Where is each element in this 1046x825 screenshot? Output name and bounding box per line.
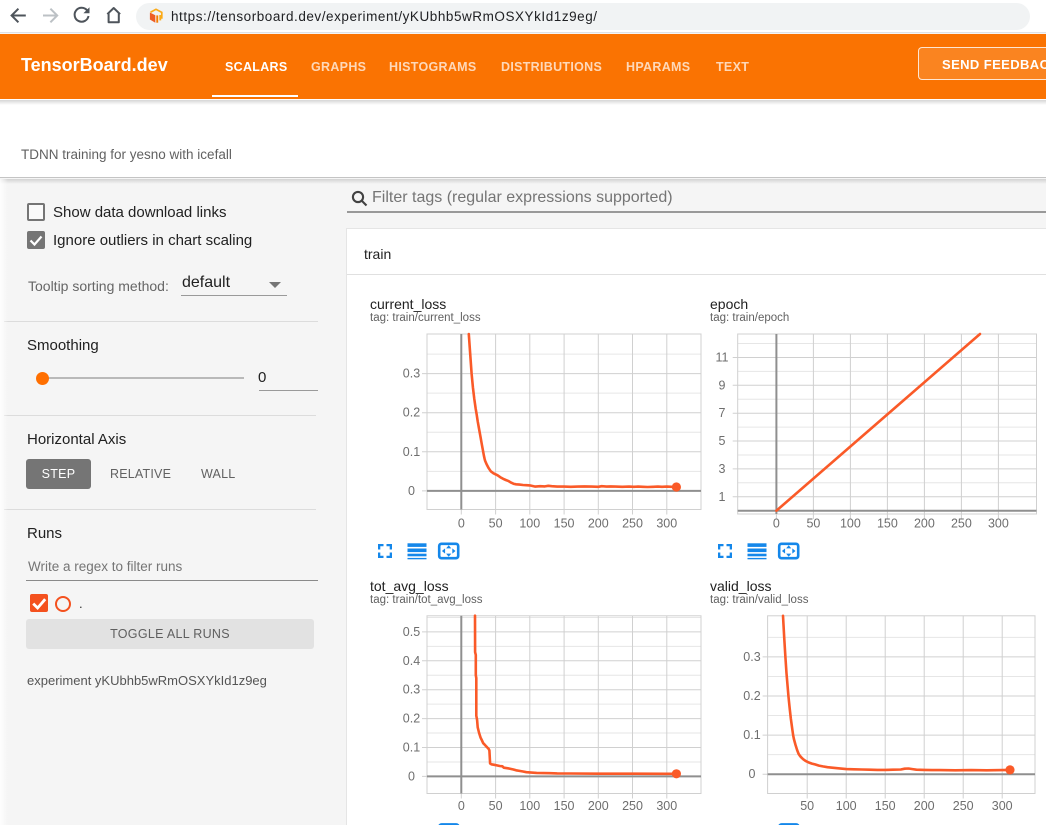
svg-text:0.2: 0.2	[403, 406, 420, 420]
svg-text:150: 150	[877, 517, 898, 531]
svg-text:0.4: 0.4	[403, 654, 420, 668]
svg-text:0: 0	[458, 799, 465, 813]
svg-text:100: 100	[519, 517, 540, 531]
svg-text:150: 150	[554, 799, 575, 813]
svg-text:1: 1	[719, 490, 726, 504]
svg-text:0.5: 0.5	[403, 625, 420, 639]
svg-text:100: 100	[836, 799, 857, 813]
svg-text:250: 250	[953, 799, 974, 813]
svg-text:50: 50	[800, 799, 814, 813]
svg-text:0.3: 0.3	[403, 683, 420, 697]
svg-text:0.2: 0.2	[403, 712, 420, 726]
svg-text:0: 0	[773, 517, 780, 531]
svg-text:0.1: 0.1	[403, 445, 420, 459]
svg-text:9: 9	[719, 378, 726, 392]
svg-text:100: 100	[519, 799, 540, 813]
svg-text:200: 200	[588, 517, 609, 531]
svg-text:200: 200	[914, 517, 935, 531]
svg-text:5: 5	[719, 434, 726, 448]
svg-text:50: 50	[489, 799, 503, 813]
svg-text:200: 200	[588, 799, 609, 813]
svg-text:200: 200	[914, 799, 935, 813]
svg-text:0.1: 0.1	[743, 728, 760, 742]
svg-text:50: 50	[806, 517, 820, 531]
svg-text:0: 0	[458, 517, 465, 531]
svg-text:150: 150	[554, 517, 575, 531]
svg-text:300: 300	[992, 799, 1013, 813]
svg-text:0.1: 0.1	[403, 741, 420, 755]
svg-text:0.2: 0.2	[743, 689, 760, 703]
svg-text:250: 250	[622, 799, 643, 813]
svg-text:0.3: 0.3	[743, 650, 760, 664]
svg-text:100: 100	[840, 517, 861, 531]
svg-text:250: 250	[951, 517, 972, 531]
svg-text:150: 150	[875, 799, 896, 813]
svg-text:11: 11	[716, 351, 729, 365]
svg-text:0.3: 0.3	[403, 367, 420, 381]
svg-text:300: 300	[656, 799, 677, 813]
svg-text:300: 300	[656, 517, 677, 531]
svg-text:0: 0	[408, 484, 415, 498]
svg-text:0: 0	[749, 767, 756, 781]
svg-text:300: 300	[988, 517, 1009, 531]
svg-text:50: 50	[489, 517, 503, 531]
svg-text:3: 3	[719, 462, 726, 476]
svg-text:7: 7	[719, 406, 726, 420]
svg-text:0: 0	[408, 769, 415, 783]
svg-text:250: 250	[622, 517, 643, 531]
